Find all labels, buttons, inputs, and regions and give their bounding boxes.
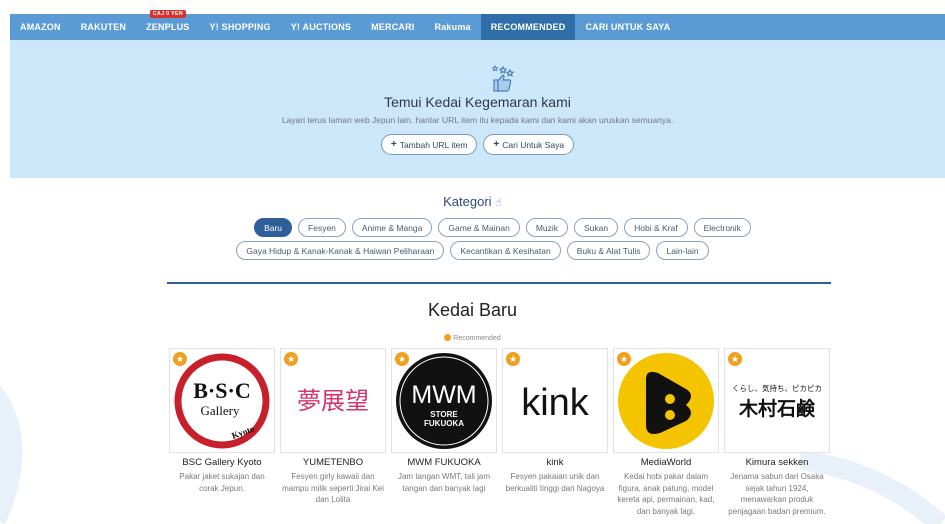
shop-card[interactable]: ★ kink kink Fesyen pakaian unik dan berkual… (502, 348, 608, 517)
nav-label: CARI UNTUK SAYA (585, 22, 671, 32)
shop-logo[interactable]: ★ 夢展望 (280, 348, 386, 453)
recommended-legend: Recommended (0, 334, 945, 342)
nav-label: RECOMMENDED (490, 22, 566, 32)
promo-badge: CAJ 0 YEN (149, 10, 186, 18)
shop-description: Kedai hobi pakar dalam figura, anak patu… (617, 472, 715, 516)
shop-logo[interactable]: ★ (613, 348, 719, 453)
nav-item-cari-untuk-saya[interactable]: CARI UNTUK SAYA (575, 14, 680, 40)
svg-text:木村石鹸: 木村石鹸 (738, 397, 816, 420)
svg-text:FUKUOKA: FUKUOKA (424, 419, 464, 428)
svg-text:B·S·C: B·S·C (193, 378, 250, 403)
nav-label: AMAZON (20, 22, 61, 32)
svg-text:夢展望: 夢展望 (297, 387, 369, 415)
shop-card[interactable]: ★ MediaWorld Kedai hobi pakar dalam figura… (613, 348, 719, 517)
section-divider (167, 282, 831, 284)
pointer-hand-icon: ☝ (495, 197, 502, 209)
shop-card[interactable]: ★ MWM STORE FUKUOKA MWM FUKUOKA Jam tangan WM… (391, 348, 497, 517)
nav-item-amazon[interactable]: AMAZON (10, 14, 71, 40)
svg-text:くらし、気持ち、ピカピカ: くらし、気持ち、ピカピカ (732, 383, 822, 393)
shop-card[interactable]: ★ くらし、気持ち、ピカピカ木村石鹸 Kimura sekken Jenama sab… (724, 348, 830, 517)
shop-description: Jenama sabun dari Osaka sejak tahun 1924… (728, 472, 826, 516)
category-chip-anime-manga[interactable]: Anime & Manga (351, 218, 433, 237)
category-chip-gaya-hidup-kanak-kanak-haiwan-peliharaan[interactable]: Gaya Hidup & Kanak-Kanak & Haiwan Peliha… (236, 241, 445, 260)
shop-list: ★ B·S·C Gallery Kyoto BSC Gallery Kyoto Pakar… (169, 348, 830, 517)
shop-description: Jam tangan WMT, tali jam tangan dan bany… (397, 472, 491, 493)
shop-description: Fesyen pakaian unik dan berkualiti tingg… (505, 472, 605, 493)
shop-description: Fesyen girly kawaii dan mampu milik sepe… (282, 472, 384, 504)
recommended-star-icon: ★ (284, 352, 298, 366)
category-chip-game-mainan[interactable]: Game & Mainan (438, 218, 520, 237)
add-item-url-button[interactable]: + Tambah URL item (380, 134, 478, 155)
plus-icon: + (390, 139, 397, 150)
nav-item-yahoo-auctions[interactable]: Y! AUCTIONS (281, 14, 361, 40)
category-row: Gaya Hidup & Kanak-Kanak & Haiwan Peliha… (0, 241, 945, 260)
section-title: Kedai Baru (427, 300, 518, 320)
nav-label: Y! AUCTIONS (290, 22, 352, 32)
nav-item-rakuma[interactable]: Rakuma (425, 14, 481, 40)
recommended-star-icon: ★ (728, 352, 742, 366)
category-chip-lain-lain[interactable]: Lain-lain (656, 241, 709, 260)
recommended-star-icon: ★ (617, 352, 631, 366)
nav-item-recommended[interactable]: RECOMMENDED (480, 14, 576, 40)
top-nav: AMAZON RAKUTEN CAJ 0 YEN ZENPLUS Y! SHOP… (10, 10, 945, 40)
nav-item-yahoo-shopping[interactable]: Y! SHOPPING (200, 14, 281, 40)
search-for-me-button[interactable]: + Cari Untuk Saya (483, 134, 575, 155)
shop-name[interactable]: YUMETENBO (280, 457, 386, 468)
nav-label: MERCARI (371, 22, 415, 32)
nav-item-zenplus[interactable]: CAJ 0 YEN ZENPLUS (136, 10, 199, 40)
nav-label: RAKUTEN (80, 22, 127, 32)
button-label: Cari Untuk Saya (502, 139, 565, 150)
category-chip-kecantikan-kesihatan[interactable]: Kecantikan & Kesihatan (450, 241, 561, 260)
category-chip-hobi-kraf[interactable]: Hobi & Kraf (624, 218, 688, 237)
category-chip-sukan[interactable]: Sukan (574, 218, 619, 237)
shop-name[interactable]: MediaWorld (613, 457, 719, 468)
shop-name[interactable]: kink (502, 457, 608, 468)
recommended-legend-label: Recommended (453, 335, 501, 342)
shop-logo[interactable]: ★ くらし、気持ち、ピカピカ木村石鹸 (724, 348, 830, 453)
svg-text:STORE: STORE (430, 410, 458, 419)
button-label: Tambah URL item (399, 139, 468, 150)
hero-banner: Temui Kedai Kegemaran kami Layari terus … (10, 40, 945, 178)
svg-text:kink: kink (521, 382, 590, 424)
shop-logo[interactable]: ★ MWM STORE FUKUOKA (391, 348, 497, 453)
thumbs-up-stars-icon (491, 64, 515, 92)
shop-name[interactable]: Kimura sekken (724, 457, 830, 468)
plus-icon: + (493, 139, 500, 150)
shop-logo[interactable]: ★ B·S·C Gallery Kyoto (169, 348, 275, 453)
category-title: Kategori (443, 194, 492, 209)
svg-text:MWM: MWM (411, 381, 476, 409)
hero-title: Temui Kedai Kegemaran kami (384, 94, 571, 110)
nav-label: Y! SHOPPING (209, 22, 271, 32)
category-chip-fesyen[interactable]: Fesyen (298, 218, 346, 237)
recommended-star-icon: ★ (395, 352, 409, 366)
category-chip-muzik[interactable]: Muzik (525, 218, 569, 237)
nav-label: ZENPLUS (146, 22, 190, 32)
shop-name[interactable]: MWM FUKUOKA (391, 457, 497, 468)
shop-card[interactable]: ★ 夢展望 YUMETENBO Fesyen girly kawaii dan mam… (280, 348, 386, 517)
nav-item-rakuten[interactable]: RAKUTEN (71, 14, 136, 40)
recommended-star-icon: ★ (506, 352, 520, 366)
shop-card[interactable]: ★ B·S·C Gallery Kyoto BSC Gallery Kyoto Pakar… (169, 348, 275, 517)
svg-text:Gallery: Gallery (201, 403, 240, 418)
category-chip-buku-alat-tulis[interactable]: Buku & Alat Tulis (566, 241, 651, 260)
shop-description: Pakar jaket sukajan dan corak Jepun. (179, 472, 265, 493)
hero-subtitle: Layari terus laman web Jepun lain. hanta… (281, 115, 674, 125)
shop-logo[interactable]: ★ kink (502, 348, 608, 453)
recommended-star-icon (444, 334, 452, 341)
nav-label: Rakuma (434, 22, 471, 32)
category-chip-baru[interactable]: Baru (254, 218, 293, 237)
category-chip-electronik[interactable]: Electronik (693, 218, 751, 237)
recommended-star-icon: ★ (173, 352, 187, 366)
nav-item-mercari[interactable]: MERCARI (361, 14, 424, 40)
category-heading: Kategori ☝ (0, 194, 945, 209)
background-decoration (0, 385, 23, 524)
shop-name[interactable]: BSC Gallery Kyoto (169, 457, 275, 468)
category-row: Baru Fesyen Anime & Manga Game & Mainan Muzi… (30, 218, 945, 237)
